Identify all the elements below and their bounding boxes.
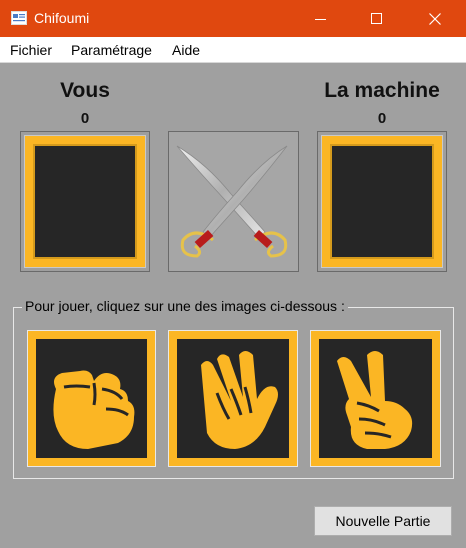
player-score: 0 <box>80 110 90 127</box>
close-icon <box>429 12 441 25</box>
crossed-swords-icon <box>176 145 288 258</box>
paper-button[interactable] <box>168 330 298 467</box>
maximize-icon <box>371 12 382 24</box>
player-choice-display <box>20 131 150 272</box>
machine-choice-tile <box>321 135 443 268</box>
minimize-icon <box>315 18 326 20</box>
player-choice-tile <box>24 135 146 268</box>
menu-parametrage[interactable]: Paramétrage <box>71 42 152 58</box>
machine-choice-empty <box>330 144 434 259</box>
player-label: Vous <box>60 79 110 102</box>
player-choice-empty <box>33 144 137 259</box>
rock-hand-icon <box>53 370 135 449</box>
rock-button[interactable] <box>27 330 156 467</box>
menu-fichier[interactable]: Fichier <box>10 42 52 58</box>
scissors-hand-icon <box>337 351 413 449</box>
menu-bar: Fichier Paramétrage Aide <box>0 37 466 63</box>
machine-label: La machine <box>324 79 440 102</box>
minimize-button[interactable] <box>298 0 344 37</box>
machine-score: 0 <box>377 110 387 127</box>
title-bar: Chifoumi <box>0 0 466 37</box>
versus-display <box>168 131 299 272</box>
window-title: Chifoumi <box>34 10 90 26</box>
instructions-label: Pour jouer, cliquez sur une des images c… <box>22 298 348 314</box>
scissors-button[interactable] <box>310 330 441 467</box>
machine-choice-display <box>317 131 447 272</box>
paper-hand-icon <box>201 351 278 449</box>
app-icon <box>11 11 27 25</box>
close-button[interactable] <box>412 0 458 37</box>
menu-aide[interactable]: Aide <box>172 42 200 58</box>
maximize-button[interactable] <box>354 0 400 37</box>
new-game-button[interactable]: Nouvelle Partie <box>314 506 452 536</box>
